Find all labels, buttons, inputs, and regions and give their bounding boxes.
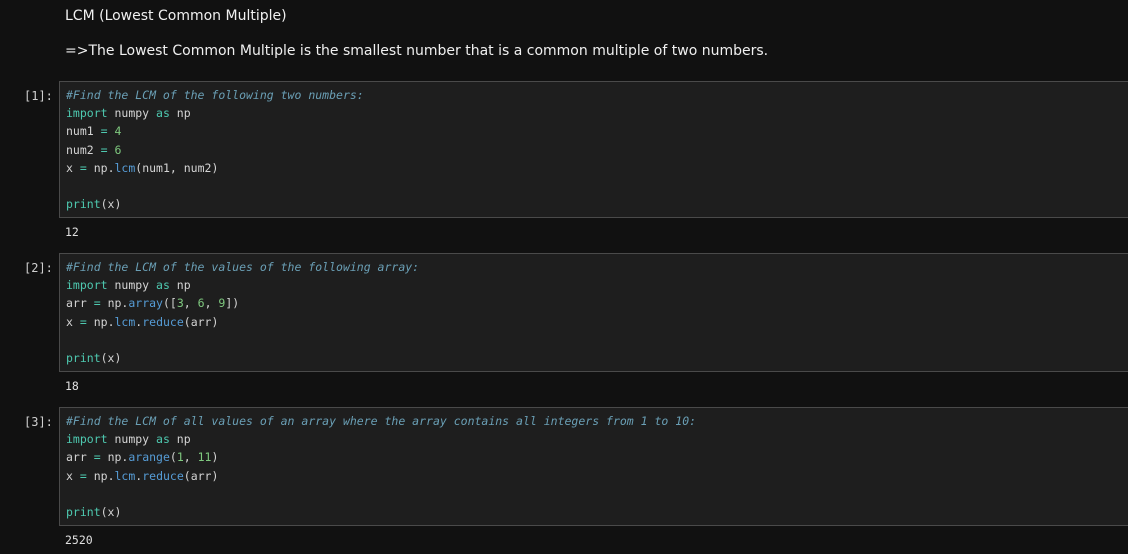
code-text: np. bbox=[100, 450, 129, 465]
code-text: numpy bbox=[107, 278, 157, 293]
keyword: import bbox=[66, 106, 108, 121]
code-text: np. bbox=[86, 314, 115, 329]
function-name: reduce bbox=[142, 468, 184, 483]
code-comment: #Find the LCM of all values of an array … bbox=[66, 414, 697, 428]
builtin-print: print bbox=[66, 197, 101, 212]
code-text: , bbox=[183, 450, 198, 465]
operator: = bbox=[79, 468, 87, 483]
cell-2-prompt: [2]: bbox=[24, 261, 53, 275]
keyword: as bbox=[156, 278, 170, 293]
code-editor[interactable]: #Find the LCM of the values of the follo… bbox=[66, 258, 419, 367]
code-text: np. bbox=[86, 160, 115, 175]
code-text: np bbox=[169, 432, 191, 447]
code-text: np bbox=[169, 278, 191, 293]
cell-3-prompt: [3]: bbox=[24, 415, 53, 429]
code-text: (arr) bbox=[183, 314, 219, 329]
cell-1-prompt: [1]: bbox=[24, 89, 53, 103]
code-text: x bbox=[66, 160, 80, 175]
number-literal: 6 bbox=[197, 296, 205, 311]
keyword: as bbox=[156, 432, 170, 447]
code-text: ( bbox=[169, 450, 177, 465]
code-text: ) bbox=[211, 450, 219, 465]
code-editor[interactable]: #Find the LCM of the following two numbe… bbox=[66, 86, 364, 213]
number-literal: 1 bbox=[176, 450, 184, 465]
code-editor[interactable]: #Find the LCM of all values of an array … bbox=[66, 412, 696, 521]
code-comment: #Find the LCM of the values of the follo… bbox=[66, 260, 420, 274]
function-name: array bbox=[128, 296, 163, 311]
code-text: numpy bbox=[107, 432, 157, 447]
code-text: np. bbox=[86, 468, 115, 483]
cell-1-output: 12 bbox=[65, 225, 79, 239]
code-text: (x) bbox=[100, 351, 122, 366]
code-comment: #Find the LCM of the following two numbe… bbox=[66, 88, 364, 102]
operator: = bbox=[100, 142, 108, 157]
cell-3-output: 2520 bbox=[65, 533, 93, 547]
code-text: ]) bbox=[225, 296, 240, 311]
number-literal: 3 bbox=[176, 296, 184, 311]
code-text: x bbox=[66, 314, 80, 329]
code-cell-1[interactable]: #Find the LCM of the following two numbe… bbox=[59, 81, 1128, 218]
code-text: ([ bbox=[162, 296, 177, 311]
code-text: np bbox=[169, 106, 191, 121]
code-text: (x) bbox=[100, 505, 122, 520]
operator: = bbox=[79, 160, 87, 175]
function-name: reduce bbox=[142, 314, 184, 329]
number-literal: 4 bbox=[107, 124, 122, 139]
code-text: num1 bbox=[66, 124, 101, 139]
function-name: arange bbox=[128, 450, 170, 465]
operator: = bbox=[79, 314, 87, 329]
code-text: np. bbox=[100, 296, 129, 311]
operator: = bbox=[100, 124, 108, 139]
code-text: numpy bbox=[107, 106, 157, 121]
keyword: as bbox=[156, 106, 170, 121]
code-text: arr bbox=[66, 450, 94, 465]
code-text: , bbox=[204, 296, 219, 311]
code-cell-3[interactable]: #Find the LCM of all values of an array … bbox=[59, 407, 1128, 526]
code-text: , bbox=[183, 296, 198, 311]
code-text: x bbox=[66, 468, 80, 483]
builtin-print: print bbox=[66, 505, 101, 520]
code-text: (arr) bbox=[183, 468, 219, 483]
code-text: arr bbox=[66, 296, 94, 311]
number-literal: 6 bbox=[107, 142, 122, 157]
function-name: lcm bbox=[114, 468, 136, 483]
code-cell-2[interactable]: #Find the LCM of the values of the follo… bbox=[59, 253, 1128, 372]
keyword: import bbox=[66, 278, 108, 293]
function-name: lcm bbox=[114, 160, 136, 175]
code-text: (x) bbox=[100, 197, 122, 212]
operator: = bbox=[93, 296, 101, 311]
markdown-description: =>The Lowest Common Multiple is the smal… bbox=[65, 43, 769, 59]
keyword: import bbox=[66, 432, 108, 447]
markdown-heading: LCM (Lowest Common Multiple) bbox=[65, 8, 287, 24]
number-literal: 11 bbox=[197, 450, 212, 465]
function-name: lcm bbox=[114, 314, 136, 329]
cell-2-output: 18 bbox=[65, 379, 79, 393]
code-text: (num1, num2) bbox=[135, 160, 219, 175]
code-text: num2 bbox=[66, 142, 101, 157]
builtin-print: print bbox=[66, 351, 101, 366]
operator: = bbox=[93, 450, 101, 465]
